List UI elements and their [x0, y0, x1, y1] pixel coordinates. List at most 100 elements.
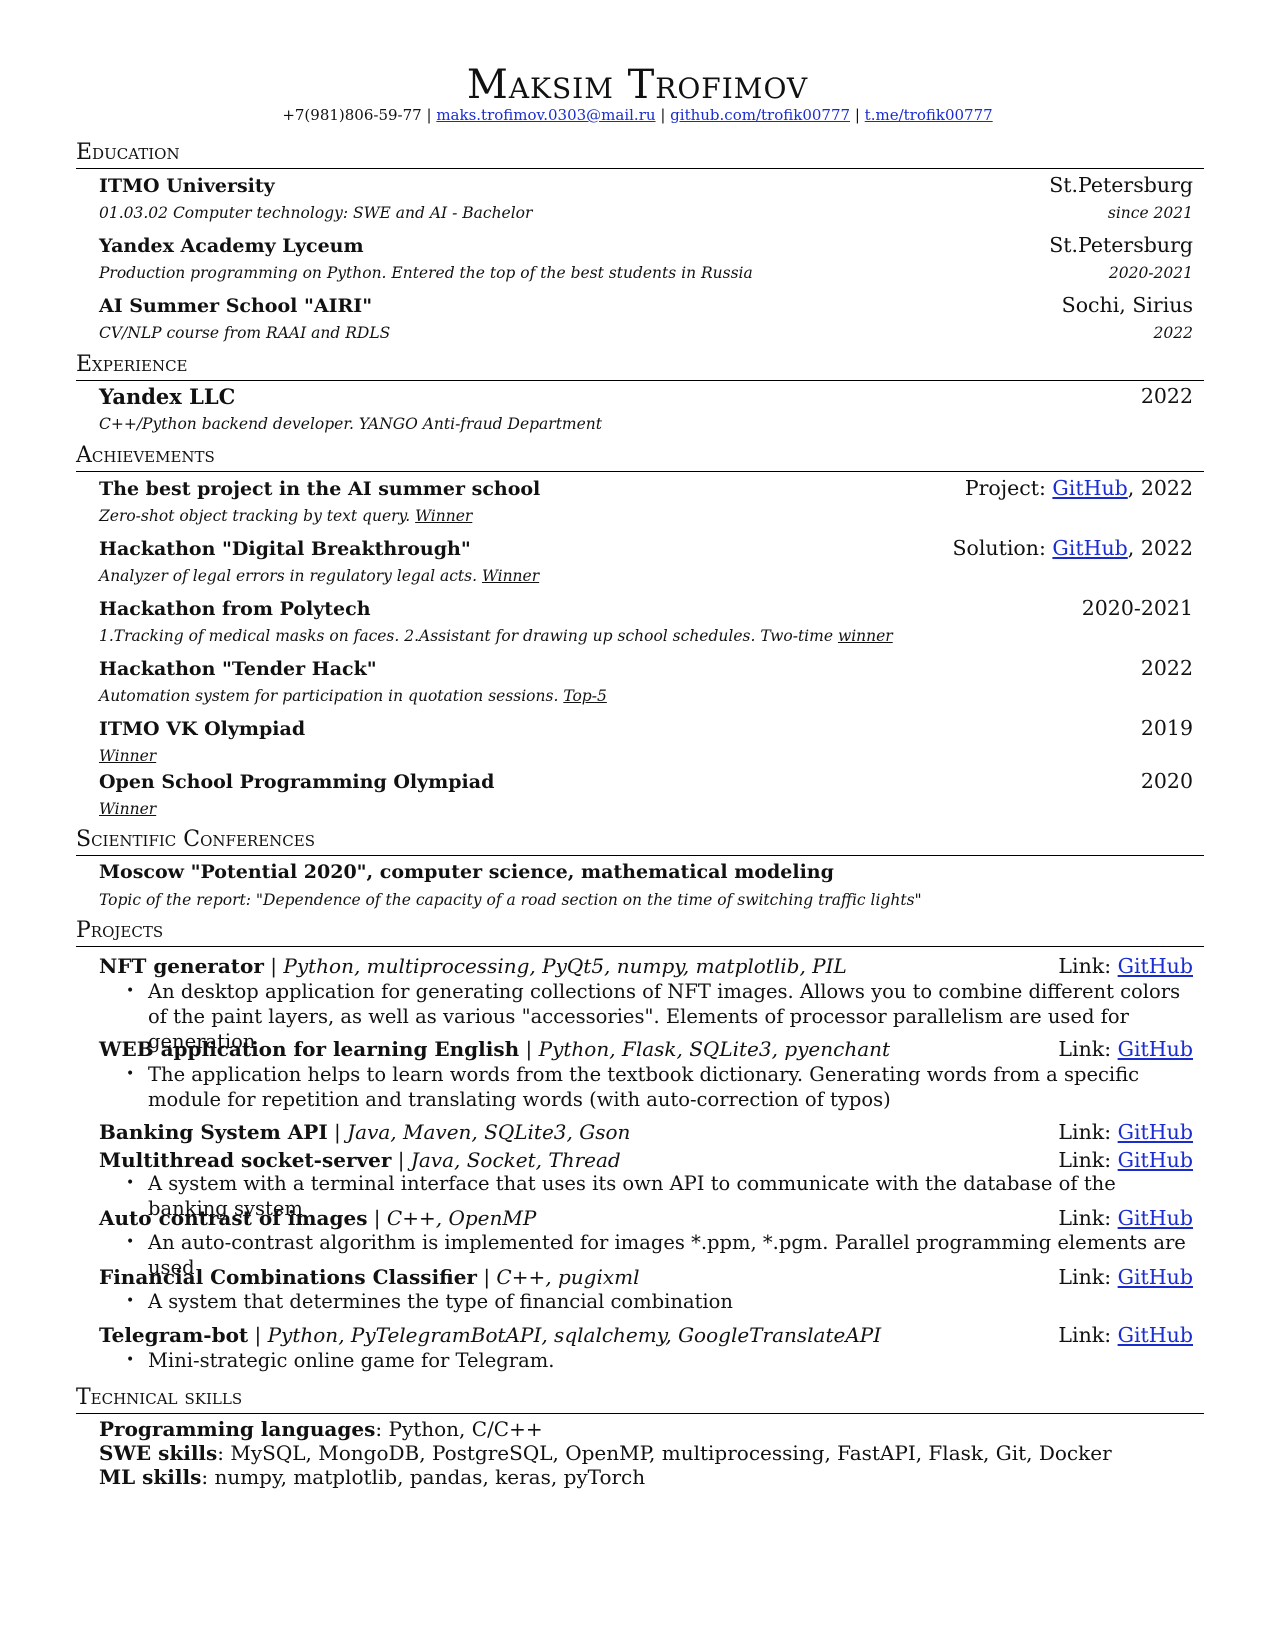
education-institution: ITMO University [99, 175, 275, 197]
separator: | [854, 106, 860, 124]
project-github-link[interactable]: GitHub [1118, 1120, 1193, 1144]
skill-label: ML skills [99, 1465, 202, 1489]
achievement-title: Hackathon from Polytech [99, 598, 371, 620]
project-github-link[interactable]: GitHub [1118, 1037, 1193, 1061]
achievement-result: Winner [99, 800, 157, 818]
education-location: St.Petersburg [1049, 233, 1193, 257]
achievement-date: 2020-2021 [1081, 596, 1193, 620]
skill-value: : Python, C/C++ [375, 1417, 543, 1441]
project-name: Auto contrast of images [99, 1206, 368, 1230]
project-tech-stack: Python, PyTelegramBotAPI, sqlalchemy, Go… [267, 1323, 882, 1347]
conference-title: Moscow "Potential 2020", computer scienc… [99, 861, 834, 883]
section-title-projects: Projects [76, 918, 164, 943]
project-heading: Banking System API | Java, Maven, SQLite… [99, 1120, 631, 1144]
project-github-link[interactable]: GitHub [1118, 1206, 1193, 1230]
separator: | [660, 106, 666, 124]
project-tech-stack: C++, pugixml [496, 1265, 640, 1289]
achievement-date: 2019 [1140, 716, 1193, 740]
project-link-group: Link: GitHub [1058, 953, 1193, 979]
achievement-github-link[interactable]: GitHub [1052, 476, 1127, 500]
conference-topic: Topic of the report: "Dependence of the … [99, 891, 922, 909]
project-name: Multithread socket-server [99, 1148, 392, 1172]
project-tech-stack: Python, Flask, SQLite3, pyenchant [538, 1037, 891, 1061]
project-link-group: Link: GitHub [1058, 1322, 1193, 1348]
experience-role: C++/Python backend developer. YANGO Anti… [99, 415, 603, 433]
section-divider [76, 471, 1204, 472]
achievement-title: The best project in the AI summer school [99, 478, 541, 500]
section-title-experience: Experience [76, 352, 188, 377]
achievement-github-link[interactable]: GitHub [1052, 536, 1127, 560]
bullet-icon: • [126, 1175, 135, 1191]
project-link-group: Link: GitHub [1058, 1147, 1193, 1173]
email-link[interactable]: maks.trofimov.0303@mail.ru [436, 106, 655, 124]
education-location: Sochi, Sirius [1061, 293, 1193, 317]
resume-name: Maksim Trofimov [466, 62, 809, 108]
education-date: 2020-2021 [1108, 264, 1193, 282]
achievement-title: Hackathon "Digital Breakthrough" [99, 538, 471, 560]
project-github-link[interactable]: GitHub [1118, 1265, 1193, 1289]
achievement-result: Top-5 [563, 687, 607, 705]
project-github-link[interactable]: GitHub [1118, 1148, 1193, 1172]
section-divider [76, 168, 1204, 169]
github-profile-link[interactable]: github.com/trofik00777 [670, 106, 850, 124]
project-heading: NFT generator | Python, multiprocessing,… [99, 954, 847, 978]
experience-company: Yandex LLC [99, 384, 236, 409]
project-link-label: Link: [1058, 1265, 1118, 1289]
achievement-meta: Project: GitHub, 2022 [965, 475, 1193, 501]
achievement-description: Analyzer of legal errors in regulatory l… [99, 566, 539, 586]
section-divider [76, 380, 1204, 381]
education-program: CV/NLP course from RAAI and RDLS [99, 324, 391, 342]
project-heading: Multithread socket-server | Java, Socket… [99, 1148, 621, 1172]
achievement-result: Winner [99, 747, 157, 765]
achievement-year: , 2022 [1127, 536, 1193, 560]
resume-page: Maksim Trofimov +7(981)806-59-77 | maks.… [0, 0, 1275, 1650]
achievement-result: Winner [481, 567, 540, 585]
bullet-icon: • [126, 983, 135, 999]
project-link-group: Link: GitHub [1058, 1036, 1193, 1062]
phone-number: +7(981)806-59-77 [282, 106, 422, 124]
project-heading: WEB application for learning English | P… [99, 1037, 891, 1061]
achievement-title: Hackathon "Tender Hack" [99, 658, 377, 680]
project-github-link[interactable]: GitHub [1118, 1323, 1193, 1347]
project-link-group: Link: GitHub [1058, 1205, 1193, 1231]
project-link-label: Link: [1058, 1037, 1118, 1061]
telegram-link[interactable]: t.me/trofik00777 [865, 106, 993, 124]
achievement-description: 1.Tracking of medical masks on faces. 2.… [99, 626, 893, 646]
contact-line: +7(981)806-59-77 | maks.trofimov.0303@ma… [0, 105, 1275, 125]
project-description: The application helps to learn words fro… [148, 1063, 1140, 1111]
section-title-conferences: Scientific Conferences [76, 827, 315, 852]
achievement-description: Automation system for participation in q… [99, 686, 607, 706]
education-date: since 2021 [1107, 204, 1193, 222]
project-link-label: Link: [1058, 1323, 1118, 1347]
achievement-meta: Solution: GitHub, 2022 [952, 535, 1193, 561]
skill-label: Programming languages [99, 1417, 376, 1441]
project-heading: Telegram-bot | Python, PyTelegramBotAPI,… [99, 1323, 882, 1347]
project-link-group: Link: GitHub [1058, 1119, 1193, 1145]
project-heading: Auto contrast of images | C++, OpenMP [99, 1206, 537, 1230]
project-link-group: Link: GitHub [1058, 1264, 1193, 1290]
achievement-result: Winner [415, 507, 473, 525]
achievement-date: 2020 [1140, 769, 1193, 793]
separator: | [426, 106, 432, 124]
project-heading: Financial Combinations Classifier | C++,… [99, 1265, 640, 1289]
skill-row: Programming languages: Python, C/C++ [99, 1417, 543, 1442]
achievement-date: 2022 [1140, 656, 1193, 680]
project-github-link[interactable]: GitHub [1118, 954, 1193, 978]
achievement-description-text: 1.Tracking of medical masks on faces. 2.… [99, 627, 833, 645]
skill-value: : MySQL, MongoDB, PostgreSQL, OpenMP, mu… [217, 1441, 1112, 1465]
project-name: WEB application for learning English [99, 1037, 520, 1061]
project-tech-stack: Java, Socket, Thread [410, 1148, 621, 1172]
achievement-title: ITMO VK Olympiad [99, 718, 306, 740]
experience-date: 2022 [1140, 384, 1193, 408]
skill-row: ML skills: numpy, matplotlib, pandas, ke… [99, 1465, 645, 1490]
achievement-meta-label: Solution: [952, 536, 1053, 560]
project-description: A system that determines the type of fin… [148, 1290, 733, 1313]
skill-row: SWE skills: MySQL, MongoDB, PostgreSQL, … [99, 1441, 1112, 1466]
project-link-label: Link: [1058, 954, 1118, 978]
education-date: 2022 [1153, 324, 1193, 342]
achievement-description-text: Zero-shot object tracking by text query. [99, 507, 411, 525]
project-name: Telegram-bot [99, 1323, 249, 1347]
project-link-label: Link: [1058, 1120, 1118, 1144]
education-location: St.Petersburg [1049, 173, 1193, 197]
achievement-result: winner [837, 627, 893, 645]
